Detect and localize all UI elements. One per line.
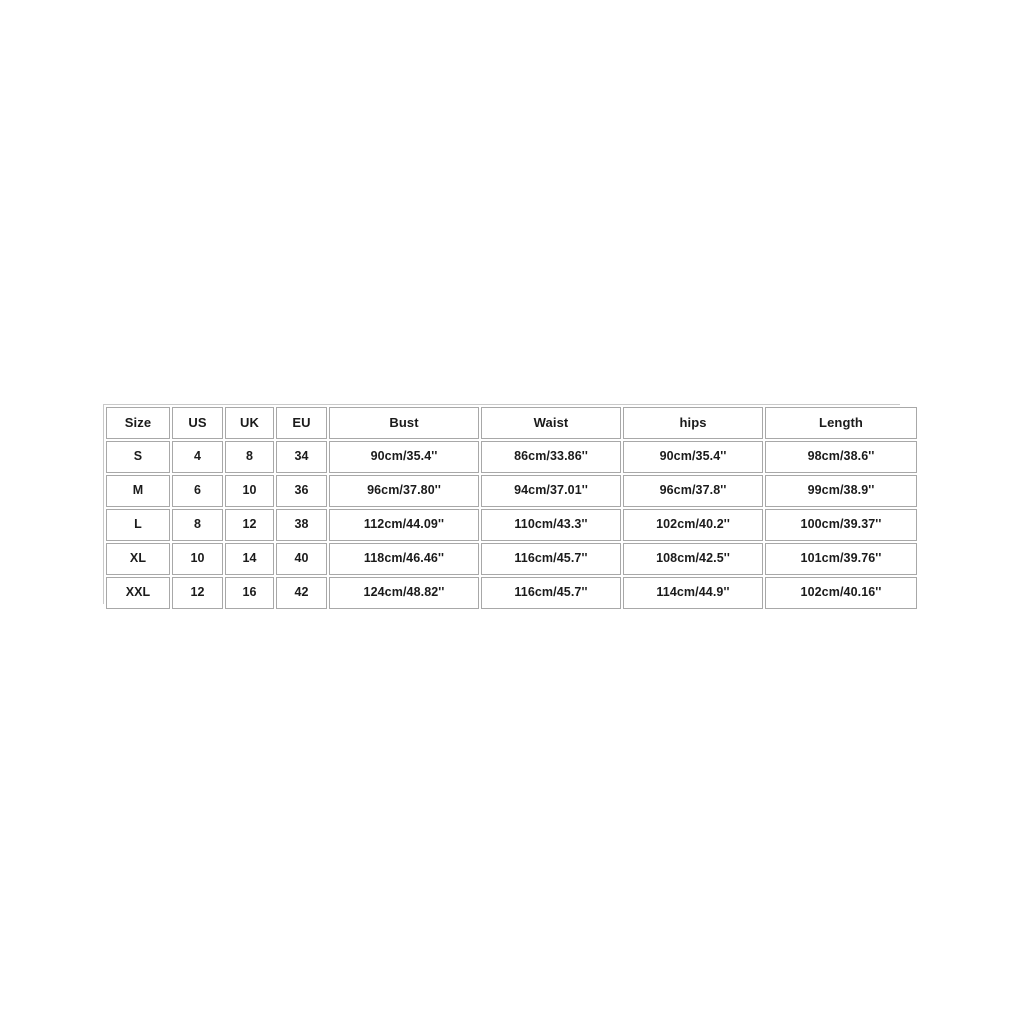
table-row: XXL 12 16 42 124cm/48.82'' 116cm/45.7'' …	[106, 577, 917, 609]
cell-waist: 116cm/45.7''	[481, 543, 621, 575]
cell-uk: 10	[225, 475, 274, 507]
cell-eu: 34	[276, 441, 327, 473]
cell-bust: 118cm/46.46''	[329, 543, 479, 575]
cell-uk: 12	[225, 509, 274, 541]
cell-waist: 86cm/33.86''	[481, 441, 621, 473]
cell-hips: 102cm/40.2''	[623, 509, 763, 541]
column-header-length: Length	[765, 407, 917, 439]
column-header-size: Size	[106, 407, 170, 439]
column-header-uk: UK	[225, 407, 274, 439]
size-chart-container: Size US UK EU Bust Waist hips Length S 4…	[103, 404, 919, 611]
cell-length: 100cm/39.37''	[765, 509, 917, 541]
column-header-eu: EU	[276, 407, 327, 439]
cell-waist: 110cm/43.3''	[481, 509, 621, 541]
column-header-us: US	[172, 407, 223, 439]
cell-length: 101cm/39.76''	[765, 543, 917, 575]
cell-uk: 8	[225, 441, 274, 473]
cell-us: 4	[172, 441, 223, 473]
table-row: XL 10 14 40 118cm/46.46'' 116cm/45.7'' 1…	[106, 543, 917, 575]
cell-hips: 90cm/35.4''	[623, 441, 763, 473]
column-header-waist: Waist	[481, 407, 621, 439]
cell-size: L	[106, 509, 170, 541]
size-chart-table: Size US UK EU Bust Waist hips Length S 4…	[104, 405, 919, 611]
table-header-row: Size US UK EU Bust Waist hips Length	[106, 407, 917, 439]
cell-bust: 96cm/37.80''	[329, 475, 479, 507]
cell-bust: 90cm/35.4''	[329, 441, 479, 473]
cell-length: 102cm/40.16''	[765, 577, 917, 609]
cell-hips: 114cm/44.9''	[623, 577, 763, 609]
cell-us: 6	[172, 475, 223, 507]
column-header-bust: Bust	[329, 407, 479, 439]
table-row: L 8 12 38 112cm/44.09'' 110cm/43.3'' 102…	[106, 509, 917, 541]
cell-us: 12	[172, 577, 223, 609]
page-root: { "chart_data": { "type": "table", "titl…	[0, 0, 1024, 1024]
cell-eu: 36	[276, 475, 327, 507]
cell-eu: 42	[276, 577, 327, 609]
cell-length: 98cm/38.6''	[765, 441, 917, 473]
cell-waist: 116cm/45.7''	[481, 577, 621, 609]
cell-size: XXL	[106, 577, 170, 609]
cell-us: 10	[172, 543, 223, 575]
table-row: M 6 10 36 96cm/37.80'' 94cm/37.01'' 96cm…	[106, 475, 917, 507]
cell-size: XL	[106, 543, 170, 575]
cell-hips: 108cm/42.5''	[623, 543, 763, 575]
cell-length: 99cm/38.9''	[765, 475, 917, 507]
table-body: S 4 8 34 90cm/35.4'' 86cm/33.86'' 90cm/3…	[106, 441, 917, 609]
cell-bust: 112cm/44.09''	[329, 509, 479, 541]
cell-eu: 40	[276, 543, 327, 575]
cell-us: 8	[172, 509, 223, 541]
cell-size: S	[106, 441, 170, 473]
cell-size: M	[106, 475, 170, 507]
table-header: Size US UK EU Bust Waist hips Length	[106, 407, 917, 439]
cell-hips: 96cm/37.8''	[623, 475, 763, 507]
cell-uk: 14	[225, 543, 274, 575]
cell-waist: 94cm/37.01''	[481, 475, 621, 507]
cell-uk: 16	[225, 577, 274, 609]
cell-eu: 38	[276, 509, 327, 541]
table-row: S 4 8 34 90cm/35.4'' 86cm/33.86'' 90cm/3…	[106, 441, 917, 473]
cell-bust: 124cm/48.82''	[329, 577, 479, 609]
column-header-hips: hips	[623, 407, 763, 439]
